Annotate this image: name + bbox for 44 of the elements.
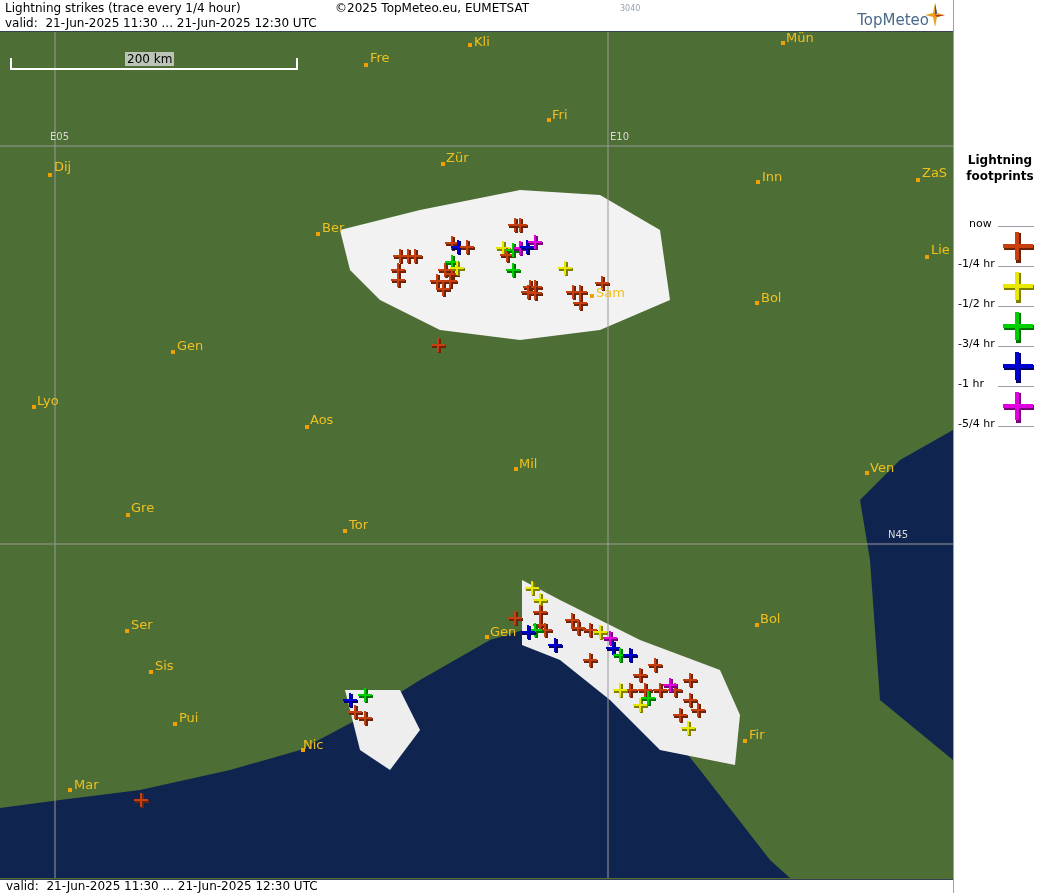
place-label: Tor — [349, 517, 369, 532]
copyright-text: ©2025 TopMeteo.eu, EUMETSAT — [335, 1, 531, 16]
place-label: Dij — [54, 159, 72, 174]
place-label: Ven — [870, 460, 895, 475]
place-label: Zür — [446, 150, 469, 165]
legend-time-label: now — [969, 218, 992, 230]
legend-time-label: -1 hr — [958, 378, 984, 390]
valid-time-text: valid: 21-Jun-2025 11:30 ... 21-Jun-2025 12:30 UTC — [6, 880, 318, 893]
place-label: Fri — [552, 107, 568, 122]
logo-text: TopMeteo — [857, 13, 929, 28]
place-label: Mar — [74, 777, 99, 792]
legend-title: Lightning footprints — [965, 152, 1035, 184]
place-label: Mil — [519, 456, 538, 471]
place-label: Ser — [131, 617, 153, 632]
grid-label: E05 — [50, 131, 70, 142]
place-label: Bol — [760, 611, 781, 626]
place-label: Mün — [786, 32, 814, 45]
legend-time-label: -1/4 hr — [958, 258, 995, 270]
place-label: Nic — [303, 737, 324, 752]
place-label: Lie — [931, 242, 950, 257]
legend-time-label: -3/4 hr — [958, 338, 995, 350]
place-label: Lyo — [37, 393, 59, 408]
place-label: Bol — [761, 290, 782, 305]
place-label: Aos — [310, 412, 334, 427]
grid-label: N45 — [888, 529, 909, 540]
product-code: 3040 — [620, 3, 641, 15]
place-label: Sis — [155, 658, 174, 673]
place-label: Gre — [131, 500, 155, 515]
valid-time-text: valid: 21-Jun-2025 11:30 ... 21-Jun-2025 12:30 UTC — [5, 16, 317, 30]
place-label: Gen — [490, 624, 517, 639]
place-label: Fir — [749, 727, 765, 742]
place-label: Pui — [179, 710, 199, 725]
legend-time-label: -5/4 hr — [958, 418, 995, 430]
place-label: ZaS — [922, 165, 948, 180]
place-label: Ber — [322, 220, 345, 235]
scale-label: 200 km — [125, 52, 175, 66]
map-title: Lightning strikes (trace every 1/4 hour) — [5, 1, 242, 16]
place-label: Sam — [596, 285, 625, 300]
place-label: Kli — [474, 34, 490, 49]
legend-time-label: -1/2 hr — [958, 298, 995, 310]
place-label: Fre — [370, 50, 390, 65]
grid-label: E10 — [610, 131, 630, 142]
place-label: Gen — [177, 338, 204, 353]
place-label: Inn — [762, 169, 783, 184]
